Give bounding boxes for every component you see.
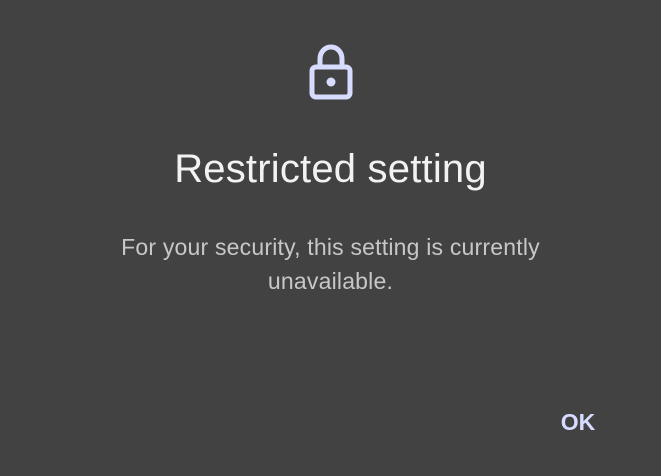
restricted-setting-dialog: Restricted setting For your security, th… [0,0,661,476]
dialog-title: Restricted setting [174,147,487,191]
dialog-message: For your security, this setting is curre… [121,234,540,294]
lock-icon [307,44,355,102]
ok-button[interactable]: OK [540,398,616,446]
